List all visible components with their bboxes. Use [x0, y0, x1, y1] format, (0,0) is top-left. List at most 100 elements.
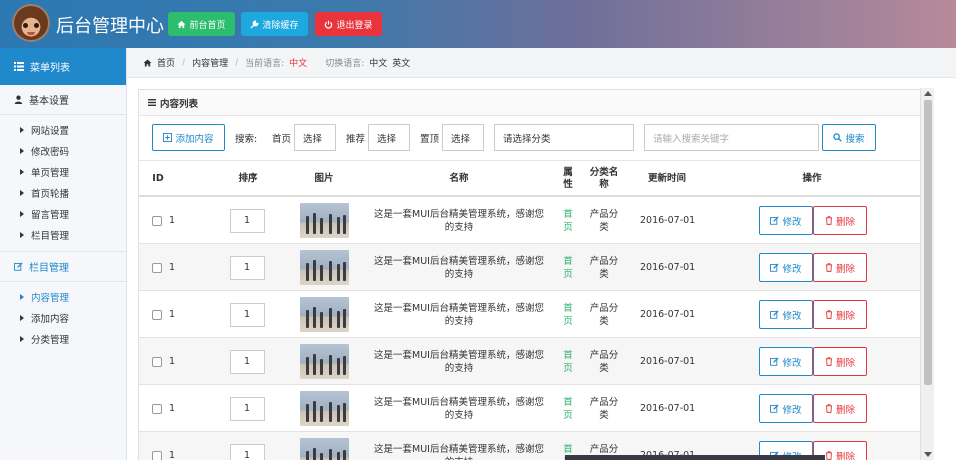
sidebar-item-content-manage[interactable]: 内容管理: [0, 286, 126, 307]
scroll-up-arrow-icon[interactable]: [924, 91, 932, 96]
trash-icon: [825, 451, 833, 460]
edit-icon: [770, 310, 780, 319]
sidebar-item-add-content[interactable]: 添加内容: [0, 307, 126, 328]
panel-title: 内容列表: [160, 98, 199, 110]
delete-button[interactable]: 删除: [813, 300, 867, 329]
filter-select-home[interactable]: 选择: [294, 124, 336, 151]
sidebar-item-change-password[interactable]: 修改密码: [0, 140, 126, 161]
row-id: 1: [169, 215, 176, 226]
add-content-button[interactable]: 添加内容: [152, 124, 225, 151]
filter-select-recommend[interactable]: 选择: [368, 124, 410, 151]
switch-language-zh[interactable]: 中文: [369, 56, 387, 69]
scroll-down-arrow-icon[interactable]: [924, 452, 932, 457]
content-name: 这是一套MUI后台精美管理系统，感谢您的支持: [374, 396, 544, 421]
sort-order-input[interactable]: 1: [230, 208, 265, 233]
attr-cell: 首页: [559, 244, 577, 291]
sidebar-group-label: 栏目管理: [29, 263, 69, 274]
delete-label: 删除: [835, 263, 855, 275]
delete-label: 删除: [835, 357, 855, 369]
column-header-id: ID: [152, 173, 164, 184]
edit-button[interactable]: 修改: [759, 347, 813, 376]
updated-time: 2016-07-01: [640, 309, 696, 320]
edit-icon: [770, 357, 780, 366]
caret-right-icon: [20, 189, 24, 196]
row-checkbox[interactable]: [152, 403, 162, 414]
row-checkbox[interactable]: [152, 262, 162, 273]
id-cell: 1: [152, 291, 175, 338]
id-cell: 1: [152, 197, 175, 244]
column-header-image: 图片: [314, 173, 334, 184]
content-category: 产品分类: [589, 255, 619, 280]
delete-button[interactable]: 删除: [813, 206, 867, 235]
edit-icon: [14, 262, 23, 271]
sort-order-input[interactable]: 1: [230, 349, 265, 374]
sidebar-item-single-page[interactable]: 单页管理: [0, 161, 126, 182]
row-checkbox[interactable]: [152, 356, 162, 367]
sort-order-input[interactable]: 1: [230, 302, 265, 327]
row-checkbox[interactable]: [152, 309, 162, 320]
content-category: 产品分类: [589, 302, 619, 327]
sidebar-columns-items: 内容管理 添加内容 分类管理: [0, 282, 126, 355]
delete-button[interactable]: 删除: [813, 394, 867, 423]
edit-label: 修改: [782, 357, 802, 369]
sort-order-input[interactable]: 1: [230, 443, 265, 460]
edit-label: 修改: [782, 216, 802, 228]
content-thumbnail: [300, 297, 349, 332]
home-button[interactable]: 前台首页: [168, 12, 235, 36]
search-button[interactable]: 搜索: [822, 124, 876, 151]
sidebar-group-columns[interactable]: 栏目管理: [0, 252, 126, 282]
breadcrumb-home[interactable]: 首页: [157, 56, 175, 69]
sidebar-item-category-manage[interactable]: 分类管理: [0, 328, 126, 349]
clear-cache-button[interactable]: 清除缓存: [241, 12, 308, 36]
logout-button[interactable]: 退出登录: [315, 12, 382, 36]
attr-cell: 首页: [559, 385, 577, 432]
category-select[interactable]: 请选择分类: [494, 124, 634, 151]
sidebar-item-site-settings[interactable]: 网站设置: [0, 119, 126, 140]
list-icon: [14, 62, 24, 71]
sidebar-item-columns[interactable]: 栏目管理: [0, 224, 126, 245]
vertical-scrollbar[interactable]: [920, 88, 934, 460]
sidebar-item-messages[interactable]: 留言管理: [0, 203, 126, 224]
delete-button[interactable]: 删除: [813, 253, 867, 282]
edit-label: 修改: [782, 310, 802, 322]
sort-order-input[interactable]: 1: [230, 396, 265, 421]
clear-cache-label: 清除缓存: [262, 20, 299, 31]
row-checkbox[interactable]: [152, 450, 162, 460]
sort-order-input[interactable]: 1: [230, 255, 265, 280]
table-row: 1 1 这是一套MUI后台精美管理系统，感谢您的支持 首页 产品分类 2016-…: [139, 197, 921, 244]
content-name: 这是一套MUI后台精美管理系统，感谢您的支持: [374, 255, 544, 280]
top-header: 后台管理中心 前台首页 清除缓存 退出登录: [0, 0, 956, 48]
updated-time: 2016-07-01: [640, 356, 696, 367]
category-cell: 产品分类: [588, 338, 620, 385]
edit-button[interactable]: 修改: [759, 253, 813, 282]
search-label: 搜索:: [235, 133, 258, 145]
id-cell: 1: [152, 432, 175, 460]
search-button-label: 搜索: [845, 133, 865, 145]
content-category: 产品分类: [589, 349, 619, 374]
content-attribute: 首页: [563, 349, 573, 374]
switch-language-en[interactable]: 英文: [392, 56, 410, 69]
delete-button[interactable]: 删除: [813, 347, 867, 376]
content-attribute: 首页: [563, 208, 573, 233]
content-category: 产品分类: [589, 396, 619, 421]
content-name: 这是一套MUI后台精美管理系统，感谢您的支持: [374, 302, 544, 327]
edit-label: 修改: [782, 404, 802, 416]
name-cell: 这是一套MUI后台精美管理系统，感谢您的支持: [368, 197, 550, 244]
sidebar-group-basic[interactable]: 基本设置: [0, 85, 126, 115]
row-checkbox[interactable]: [152, 215, 162, 226]
sidebar-item-carousel[interactable]: 首页轮播: [0, 182, 126, 203]
edit-button[interactable]: 修改: [759, 394, 813, 423]
sort-cell: 1: [230, 432, 265, 460]
attr-cell: 首页: [559, 197, 577, 244]
content-name: 这是一套MUI后台精美管理系统，感谢您的支持: [374, 208, 544, 233]
edit-button[interactable]: 修改: [759, 300, 813, 329]
current-language-value: 中文: [289, 59, 308, 69]
bars-icon: [148, 99, 156, 106]
content-attribute: 首页: [563, 396, 573, 421]
keyword-search-input[interactable]: 请输入搜索关键字: [644, 124, 819, 151]
scrollbar-thumb[interactable]: [924, 100, 932, 385]
breadcrumb-separator: /: [235, 57, 239, 68]
filter-select-top[interactable]: 选择: [442, 124, 484, 151]
edit-button[interactable]: 修改: [759, 206, 813, 235]
updated-cell: 2016-07-01: [640, 291, 695, 338]
